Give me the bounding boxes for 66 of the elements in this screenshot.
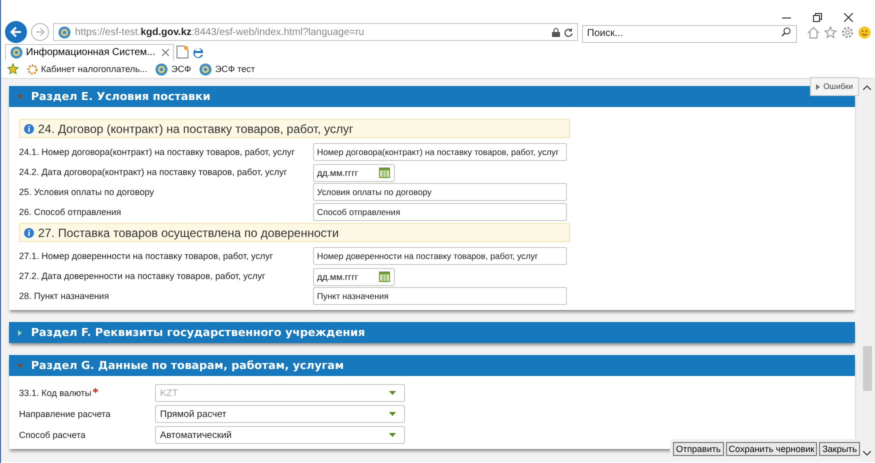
scroll-down-icon[interactable] [863,451,871,456]
address-bar[interactable]: https://esf-test.kgd.gov.kz:8443/esf-web/index.html?language=ru [53,23,578,41]
browser-tab[interactable]: Информационная Систем... [5,44,174,60]
field-label: Направление расчета [19,409,112,419]
field-label: 24.1. Номер договора(контракт) на поставку товаров, работ, услуг [19,147,296,157]
action-button[interactable]: Закрыть [819,442,860,456]
new-tab-icon[interactable] [176,45,190,59]
field-label: 28. Пункт назначения [19,291,110,301]
browser-logo-icon[interactable] [191,45,206,59]
favorite-link[interactable]: Кабинет налогоплатель... [27,64,148,74]
group-title: 27. Поставка товаров осуществлена по доверенности [38,226,339,240]
info-icon [24,228,34,238]
site-icon [155,62,168,76]
caret-icon [389,433,396,437]
close-icon[interactable] [844,13,853,22]
text-field[interactable]: Условия оплаты по договору [313,183,567,201]
site-icon [10,46,23,58]
caret-right-icon [17,330,23,336]
favorite-link[interactable]: ЭСФ [155,62,192,76]
scroll-thumb[interactable] [862,346,872,391]
site-icon [199,62,212,76]
caret-down-icon [17,362,23,368]
lock-icon [552,28,560,36]
favorite-link[interactable]: ЭСФ тест [199,62,256,76]
back-button[interactable] [5,21,27,43]
calendar-icon[interactable] [379,270,390,282]
caret-right-icon [816,84,820,90]
field-label: 27.2. Дата доверенности на поставку товаров, работ, услуг [19,271,266,281]
section-header[interactable]: Раздел F. Реквизиты государственного учреждения [9,322,855,343]
date-field[interactable]: дд.мм.гггг [313,164,395,182]
field-label: 27.1. Номер доверенности на поставку товаров, работ, услуг [19,251,274,261]
action-button[interactable]: Сохранить черновик [726,442,818,456]
date-field[interactable]: дд.мм.гггг [313,268,395,286]
required-icon [93,388,98,393]
search-field[interactable]: Поиск... [582,24,797,42]
errors-button[interactable]: Ошибки [810,77,859,96]
calendar-icon[interactable] [379,166,390,178]
smiley-icon[interactable] [858,26,871,38]
caret-icon [389,391,396,395]
group-title: 24. Договор (контракт) на поставку товаров, работ, услуг [38,122,354,136]
section-header[interactable]: Раздел G. Данные по товарам, работам, услугам [9,355,855,376]
action-button[interactable]: Отправить [673,442,724,456]
caret-icon [389,412,396,416]
field-label: Способ расчета [19,430,86,440]
refresh-icon[interactable] [564,28,573,36]
info-icon [24,124,34,134]
field-label: 25. Условия оплаты по договору [19,187,156,197]
text-field[interactable]: Пункт назначения [313,287,567,305]
gear-icon [27,64,38,74]
forward-arrow-icon [35,27,45,37]
dropdown[interactable]: Прямой расчет [155,405,405,423]
search-icon[interactable] [781,27,791,37]
caret-down-icon [17,94,23,100]
field-label: 26. Способ отправления [19,207,122,217]
text-field[interactable]: Номер договора(контракт) на поставку товаров, работ, услуг [313,143,567,161]
dropdown[interactable]: Автоматический [155,426,405,444]
star-icon[interactable] [824,26,837,38]
text-field[interactable]: Способ отправления [313,203,567,221]
site-icon [58,26,71,38]
field-label: 33.1. Код валюты [19,388,155,398]
restore-icon[interactable] [813,13,822,22]
text-field[interactable]: Номер доверенности на поставку товаров, работ, услуг [313,247,567,265]
field-label: 24.2. Дата договора(контракт) на поставку товаров, работ, услуг [19,167,288,177]
scroll-up-icon[interactable] [863,85,871,90]
back-arrow-icon [10,26,22,38]
favorites-star-icon[interactable] [7,63,19,75]
